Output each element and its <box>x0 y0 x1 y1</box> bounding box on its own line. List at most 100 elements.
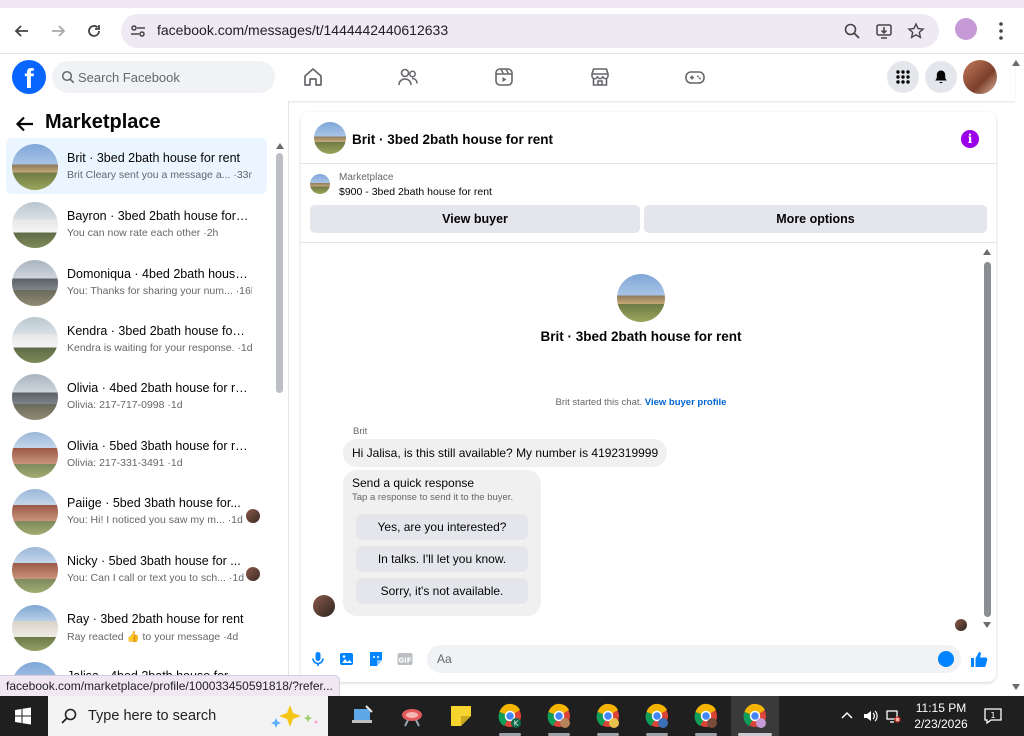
facebook-search[interactable] <box>52 61 275 93</box>
preview-time: ·1d <box>228 572 245 584</box>
emoji-icon[interactable] <box>938 651 954 667</box>
chat-scrollbar[interactable] <box>984 262 991 617</box>
conversation-name: Olivia · 5bed 3bath house for rent <box>67 439 249 453</box>
marketplace-icon[interactable] <box>589 66 611 88</box>
chrome-profile-icon[interactable] <box>643 702 671 730</box>
message-input[interactable] <box>427 645 961 673</box>
chrome-profile-icon[interactable] <box>594 702 622 730</box>
like-thumb-icon[interactable] <box>969 649 989 669</box>
listing-thumbnail <box>12 432 58 478</box>
page-scroll-down[interactable] <box>1012 684 1020 690</box>
conversation-name: Bayron · 3bed 2bath house for r... <box>67 209 249 223</box>
friends-icon[interactable] <box>397 66 419 88</box>
scroll-up-arrow[interactable] <box>983 249 991 255</box>
volume-icon[interactable] <box>862 708 878 724</box>
chrome-profile-icon[interactable] <box>692 702 720 730</box>
page-scroll-up[interactable] <box>1012 60 1020 66</box>
zoom-icon[interactable] <box>843 22 861 40</box>
list-item[interactable]: Brit · 3bed 2bath house for rent Brit Cl… <box>6 138 267 194</box>
back-arrow-icon[interactable] <box>14 113 36 135</box>
quick-response-in-talks[interactable]: In talks. I'll let you know. <box>356 546 528 572</box>
address-bar[interactable]: facebook.com/messages/t/1444442440612633 <box>121 14 939 48</box>
chat-header: Brit · 3bed 2bath house for rent i <box>301 112 996 164</box>
preview-time: ·33m <box>233 169 252 181</box>
copilot-sparkle-icon[interactable] <box>264 702 324 730</box>
sticker-icon[interactable] <box>367 650 385 668</box>
chat-title[interactable]: Brit · 3bed 2bath house for rent <box>352 132 553 147</box>
preview-time: ·16h <box>235 285 252 297</box>
search-icon <box>61 708 77 724</box>
browser-profile-avatar[interactable] <box>955 18 977 40</box>
preview-time: ·4d <box>223 631 239 643</box>
conversation-preview: Kendra is waiting for your response. ·1d <box>67 342 252 354</box>
intro-title: Brit · 3bed 2bath house for rent <box>540 329 742 344</box>
back-button[interactable] <box>9 18 35 44</box>
gaming-icon[interactable] <box>684 66 706 88</box>
install-app-icon[interactable] <box>875 22 893 40</box>
windows-start-icon[interactable] <box>14 707 32 725</box>
view-buyer-profile-link[interactable]: View buyer profile <box>645 397 727 408</box>
network-icon[interactable] <box>885 708 901 724</box>
quick-response-not-available[interactable]: Sorry, it's not available. <box>356 578 528 604</box>
facebook-header: f <box>0 55 1015 101</box>
photo-icon[interactable] <box>338 650 356 668</box>
snipping-tool-icon[interactable] <box>398 702 426 730</box>
browser-menu-icon[interactable] <box>992 20 1010 42</box>
sidebar-scrollbar[interactable] <box>276 153 283 393</box>
home-icon[interactable] <box>302 66 324 88</box>
listing-thumbnail <box>12 547 58 593</box>
seen-avatar <box>246 567 260 581</box>
search-input[interactable] <box>78 61 268 93</box>
bell-icon <box>935 70 947 84</box>
sticky-notes-icon[interactable] <box>447 702 475 730</box>
view-buyer-button[interactable]: View buyer <box>310 205 640 233</box>
url-text[interactable]: facebook.com/messages/t/1444442440612633 <box>157 22 448 38</box>
chat-avatar[interactable] <box>314 122 346 154</box>
conversation-name: Kendra · 3bed 2bath house for r... <box>67 324 249 338</box>
taskbar-search[interactable] <box>48 696 328 736</box>
quick-response-yes[interactable]: Yes, are you interested? <box>356 514 528 540</box>
chat-started-note: Brit started this chat. View buyer profi… <box>301 397 981 408</box>
facebook-logo-letter: f <box>24 63 34 94</box>
quick-response-title: Send a quick response <box>352 476 475 490</box>
facebook-logo[interactable]: f <box>12 60 46 94</box>
list-item[interactable]: Nicky · 5bed 3bath house for ... You: Ca… <box>6 541 267 597</box>
list-item[interactable]: Ray · 3bed 2bath house for rent Ray reac… <box>6 599 267 655</box>
listing-thumbnail <box>12 317 58 363</box>
scroll-down-arrow[interactable] <box>983 622 991 628</box>
notification-center-icon[interactable]: 1 <box>983 707 1003 725</box>
microphone-icon[interactable] <box>309 650 327 668</box>
more-options-button[interactable]: More options <box>644 205 987 233</box>
reload-button[interactable] <box>81 18 107 44</box>
forward-button[interactable] <box>45 18 71 44</box>
listing-summary[interactable]: Marketplace $900 - 3bed 2bath house for … <box>301 165 996 205</box>
list-item[interactable]: Domoniqua · 4bed 2bath house... You: Tha… <box>6 254 267 310</box>
notifications-button[interactable] <box>925 61 957 93</box>
info-icon[interactable]: i <box>961 130 979 148</box>
list-item[interactable]: Bayron · 3bed 2bath house for r... You c… <box>6 196 267 252</box>
account-avatar[interactable] <box>963 60 997 94</box>
chat-panel: Brit · 3bed 2bath house for rent i Marke… <box>301 112 996 682</box>
list-item[interactable]: Olivia · 4bed 2bath house for rent Olivi… <box>6 368 267 424</box>
bookmark-star-icon[interactable] <box>907 22 925 40</box>
chrome-active-window-icon[interactable] <box>741 702 769 730</box>
site-settings-icon[interactable] <box>129 22 147 40</box>
chrome-profile-k-icon[interactable]: K <box>496 702 524 730</box>
quick-response-card: Send a quick response Tap a response to … <box>343 470 541 616</box>
listing-price: $900 - 3bed 2bath house for rent <box>339 186 492 198</box>
list-item[interactable]: Paiige · 5bed 3bath house for... You: Hi… <box>6 483 267 539</box>
conversation-name: Nicky · 5bed 3bath house for ... <box>67 554 241 568</box>
menu-button[interactable] <box>887 61 919 93</box>
conversation-preview: You: Can I call or text you to sch... ·1… <box>67 572 252 584</box>
video-icon[interactable] <box>493 66 515 88</box>
preview-text: You: Hi! I noticed you saw my m... <box>67 514 225 526</box>
task-view-icon[interactable] <box>349 702 377 730</box>
list-item[interactable]: Olivia · 5bed 3bath house for rent Olivi… <box>6 426 267 482</box>
chrome-profile-icon[interactable] <box>545 702 573 730</box>
scroll-up-arrow[interactable] <box>276 143 284 149</box>
list-item[interactable]: Kendra · 3bed 2bath house for r... Kendr… <box>6 311 267 367</box>
tray-chevron-up-icon[interactable] <box>839 708 855 724</box>
system-clock[interactable]: 11:15 PM 2/23/2026 <box>906 700 976 732</box>
gif-icon[interactable]: GIF <box>396 650 414 668</box>
taskbar-search-input[interactable] <box>88 704 258 728</box>
